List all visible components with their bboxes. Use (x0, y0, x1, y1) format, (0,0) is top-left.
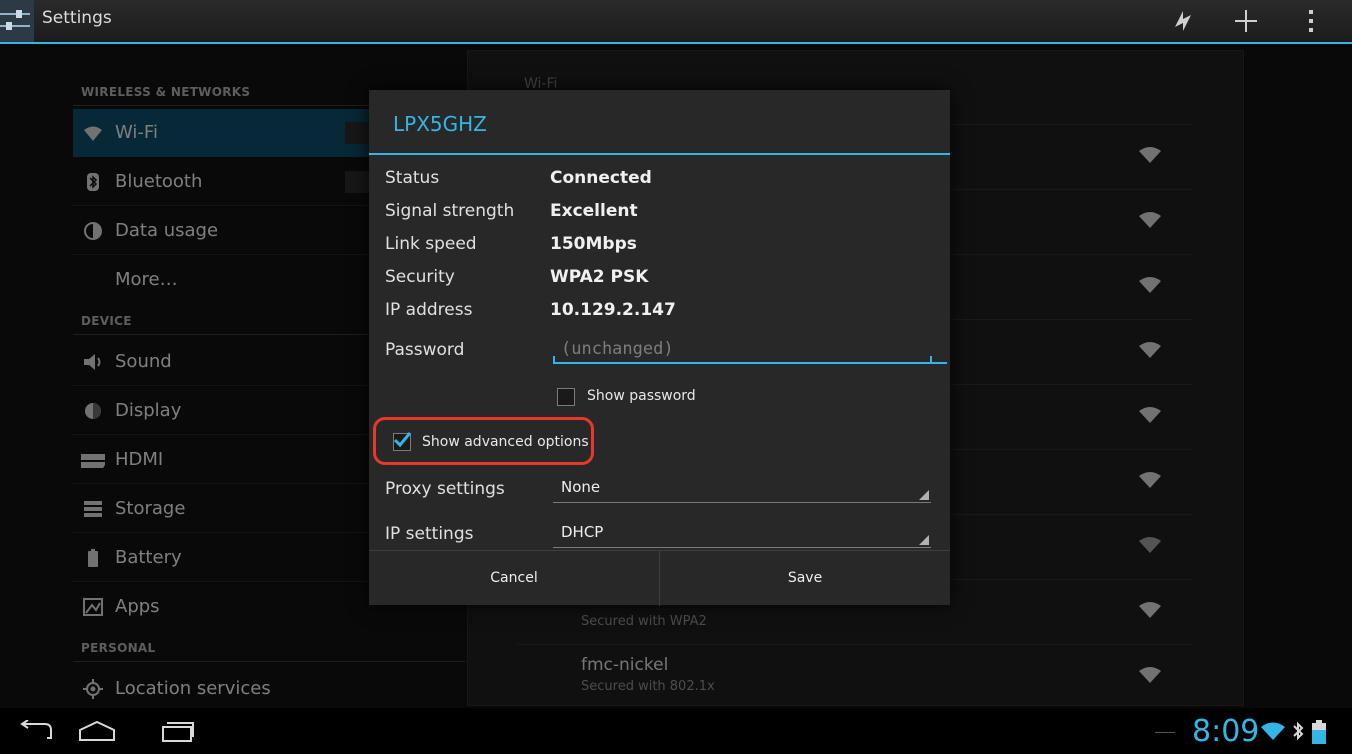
signal-strength-label: Signal strength (385, 201, 515, 221)
ip-settings-dropdown[interactable]: DHCP (553, 523, 931, 548)
ip-address-value: 10.129.2.147 (550, 300, 676, 320)
sync-wifi-button[interactable] (1155, 0, 1211, 42)
bluetooth-status-icon (1293, 721, 1304, 741)
signal-strength-value: Excellent (550, 201, 638, 221)
annotation-highlight (373, 417, 594, 465)
system-nav-bar: 8:09 (0, 708, 1352, 754)
password-label: Password (385, 340, 465, 360)
plus-icon (1235, 10, 1257, 32)
home-icon (79, 720, 115, 741)
ip-settings-label: IP settings (385, 524, 474, 544)
dialog-title-divider (369, 153, 950, 155)
cancel-button[interactable]: Cancel (369, 551, 659, 606)
back-button[interactable] (0, 708, 70, 754)
clock: 8:09 (1192, 714, 1260, 749)
overflow-icon (1309, 10, 1313, 32)
show-password-label: Show password (587, 388, 696, 404)
link-speed-label: Link speed (385, 234, 477, 254)
notification-dash-icon (1155, 732, 1175, 733)
recent-apps-icon (162, 722, 194, 742)
overflow-menu-button[interactable] (1283, 0, 1339, 42)
back-icon (20, 720, 52, 739)
proxy-settings-label: Proxy settings (385, 479, 505, 499)
status-value: Connected (550, 168, 652, 188)
dialog-button-bar: Cancel Save (369, 550, 950, 606)
security-label: Security (385, 267, 455, 287)
wifi-network-dialog: LPX5GHZ Status Connected Signal strength… (369, 90, 950, 606)
battery-status-icon (1312, 720, 1326, 744)
input-edge (553, 356, 555, 364)
save-button[interactable]: Save (660, 551, 950, 606)
wifi-status-icon (1261, 722, 1285, 740)
recent-apps-button[interactable] (143, 708, 213, 754)
status-label: Status (385, 168, 440, 188)
show-password-checkbox[interactable] (557, 388, 575, 406)
home-button[interactable] (62, 708, 132, 754)
dropdown-arrow-icon (919, 490, 929, 500)
action-bar: Settings (0, 0, 1352, 44)
settings-app-icon[interactable] (0, 0, 34, 42)
input-edge (930, 356, 932, 364)
ip-settings-value: DHCP (561, 523, 604, 541)
ip-address-label: IP address (385, 300, 473, 320)
dropdown-arrow-icon (919, 535, 929, 545)
app-title: Settings (42, 8, 112, 28)
add-network-button[interactable] (1218, 0, 1274, 42)
security-value: WPA2 PSK (550, 267, 649, 287)
password-field[interactable] (553, 336, 947, 364)
link-speed-value: 150Mbps (550, 234, 637, 254)
dialog-title: LPX5GHZ (393, 112, 487, 136)
proxy-settings-value: None (561, 478, 601, 496)
proxy-settings-dropdown[interactable]: None (553, 478, 931, 503)
sync-icon (1175, 11, 1191, 31)
